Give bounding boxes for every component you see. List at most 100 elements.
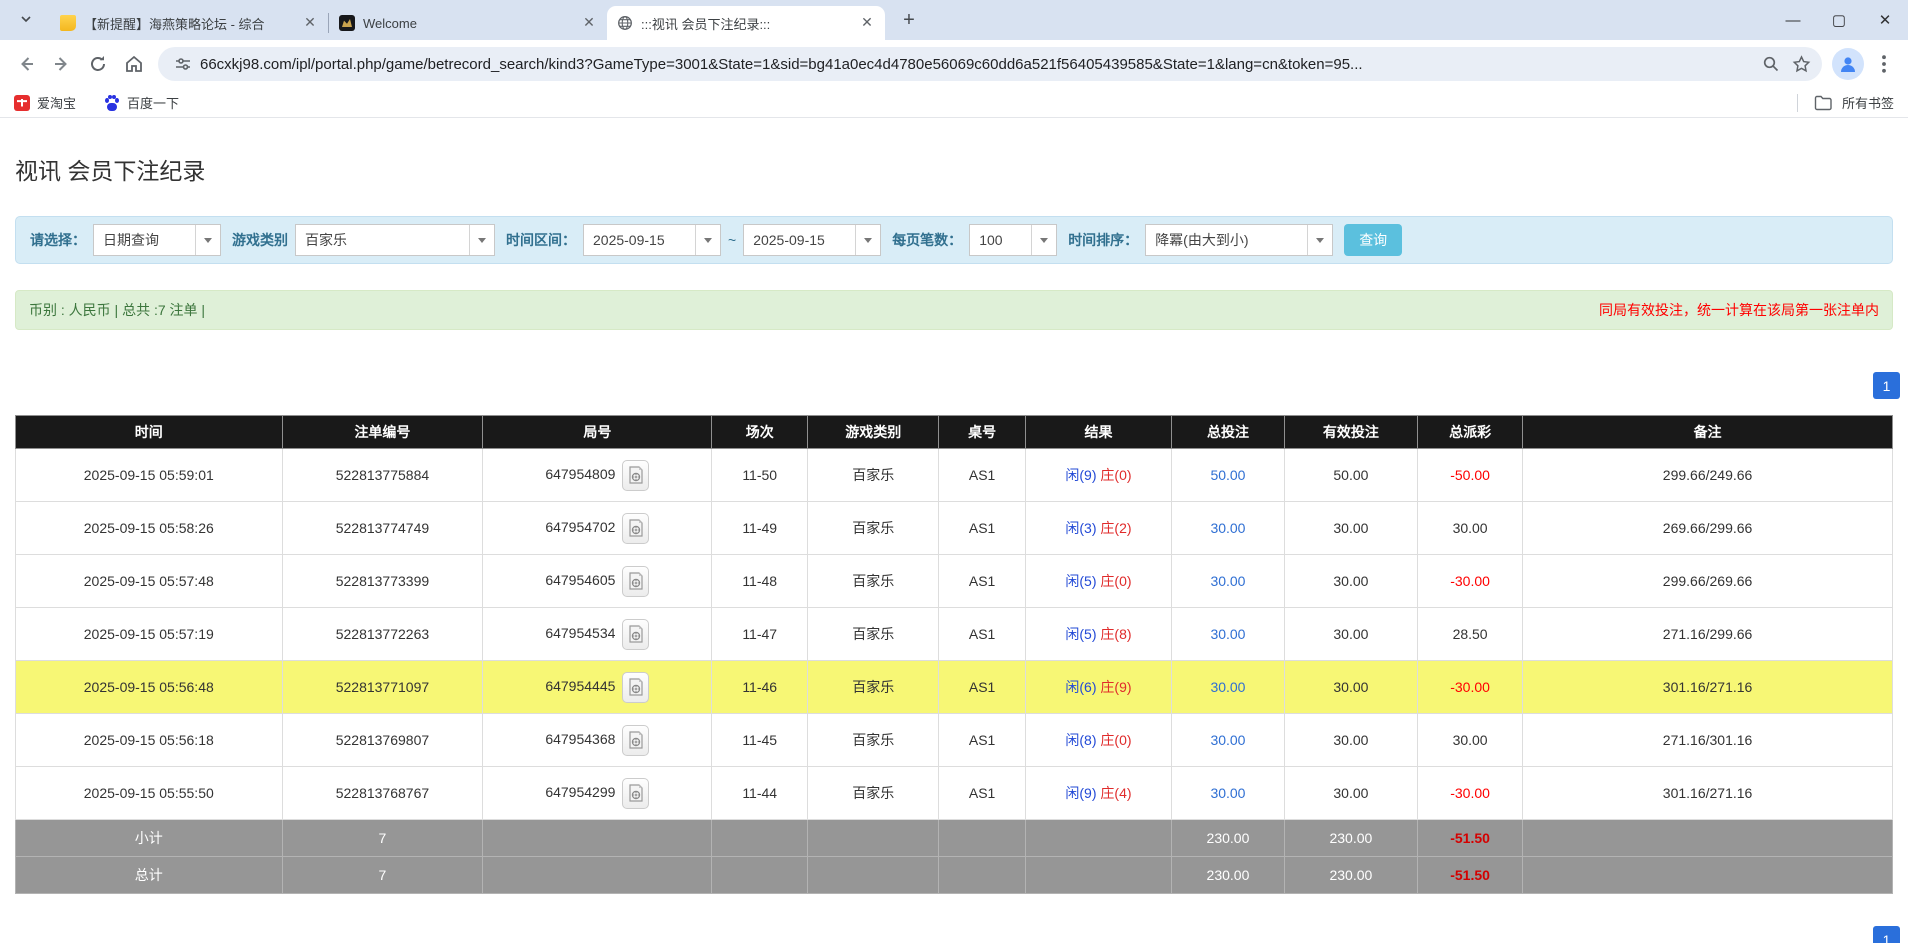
table-row: 2025-09-15 05:55:50522813768767647954299…	[16, 767, 1893, 820]
close-window-button[interactable]: ✕	[1862, 0, 1908, 40]
video-record-icon	[628, 466, 644, 484]
col-round-id: 局号	[483, 416, 712, 449]
result-banker: 庄(0)	[1097, 732, 1132, 748]
page-1-button[interactable]: 1	[1873, 926, 1900, 943]
cell-total-bet[interactable]: 30.00	[1172, 714, 1285, 767]
cell-time: 2025-09-15 05:57:48	[16, 555, 283, 608]
page-title: 视讯 会员下注纪录	[15, 152, 1908, 186]
cell-result: 闲(3) 庄(2)	[1025, 502, 1171, 555]
maximize-button[interactable]: ▢	[1816, 0, 1862, 40]
page-size-label: 每页笔数：	[892, 230, 962, 250]
table-row: 2025-09-15 05:56:18522813769807647954368…	[16, 714, 1893, 767]
globe-favicon-icon	[617, 15, 633, 31]
cell-result: 闲(9) 庄(4)	[1025, 767, 1171, 820]
cell-payout: -30.00	[1418, 661, 1523, 714]
bookmark-taobao[interactable]: 爱淘宝	[14, 93, 76, 112]
video-record-icon	[628, 678, 644, 696]
zoom-icon[interactable]	[1756, 49, 1786, 79]
date-to-dropdown[interactable]: 2025-09-15	[743, 224, 881, 256]
tab-close-icon[interactable]: ✕	[581, 15, 597, 31]
chevron-down-icon[interactable]	[195, 225, 220, 255]
table-row: 2025-09-15 05:56:48522813771097647954445…	[16, 661, 1893, 714]
cell-valid-bet: 30.00	[1284, 502, 1417, 555]
pagination-bottom: 1	[8, 926, 1900, 943]
cell-total-bet[interactable]: 30.00	[1172, 661, 1285, 714]
subtotal-count: 7	[282, 820, 483, 857]
tab-search-chevron-icon[interactable]	[12, 6, 40, 34]
chevron-down-icon[interactable]	[855, 225, 880, 255]
page-1-button[interactable]: 1	[1873, 372, 1900, 399]
url-bar[interactable]: 66cxkj98.com/ipl/portal.php/game/betreco…	[158, 47, 1822, 81]
total-total-bet: 230.00	[1172, 857, 1285, 894]
cell-total-bet[interactable]: 30.00	[1172, 502, 1285, 555]
browser-menu-kebab-icon[interactable]	[1868, 48, 1900, 80]
cell-remark: 299.66/269.66	[1523, 555, 1893, 608]
result-player: 闲(9)	[1065, 785, 1096, 801]
cell-total-bet[interactable]: 30.00	[1172, 767, 1285, 820]
tab-close-icon[interactable]: ✕	[302, 15, 318, 31]
cell-table-no: AS1	[939, 608, 1025, 661]
video-playback-button[interactable]	[622, 725, 649, 756]
tab-close-icon[interactable]: ✕	[859, 15, 875, 31]
url-text[interactable]: 66cxkj98.com/ipl/portal.php/game/betreco…	[196, 56, 1756, 73]
subtotal-valid-bet: 230.00	[1284, 820, 1417, 857]
cell-game-type: 百家乐	[808, 767, 939, 820]
video-playback-button[interactable]	[622, 619, 649, 650]
col-result: 结果	[1025, 416, 1171, 449]
browser-tab-forum[interactable]: 【新提醒】海燕策略论坛 - 综合 ✕	[50, 6, 328, 40]
cell-payout: -30.00	[1418, 767, 1523, 820]
all-bookmarks[interactable]: 所有书签	[1797, 93, 1894, 112]
minimize-button[interactable]: —	[1770, 0, 1816, 40]
cell-total-bet[interactable]: 50.00	[1172, 449, 1285, 502]
result-player: 闲(9)	[1065, 467, 1096, 483]
query-type-dropdown[interactable]: 日期查询	[93, 224, 221, 256]
game-type-dropdown[interactable]: 百家乐	[295, 224, 495, 256]
round-id-text: 647954445	[545, 678, 615, 694]
total-label: 总计	[16, 857, 283, 894]
date-from-dropdown[interactable]: 2025-09-15	[583, 224, 721, 256]
chevron-down-icon[interactable]	[469, 225, 494, 255]
col-game-type: 游戏类别	[808, 416, 939, 449]
video-playback-button[interactable]	[622, 778, 649, 809]
cell-result: 闲(6) 庄(9)	[1025, 661, 1171, 714]
summary-notice: 同局有效投注，统一计算在该局第一张注单内	[1599, 300, 1879, 320]
result-player: 闲(6)	[1065, 679, 1096, 695]
bookmark-star-icon[interactable]	[1786, 49, 1816, 79]
cell-time: 2025-09-15 05:58:26	[16, 502, 283, 555]
cell-valid-bet: 30.00	[1284, 608, 1417, 661]
total-row: 总计 7 230.00 230.00 -51.50	[16, 857, 1893, 894]
video-playback-button[interactable]	[622, 513, 649, 544]
site-settings-icon[interactable]	[170, 51, 196, 77]
taobao-icon	[14, 95, 30, 111]
video-playback-button[interactable]	[622, 672, 649, 703]
cell-result: 闲(5) 庄(8)	[1025, 608, 1171, 661]
bookmark-baidu[interactable]: 百度一下	[104, 93, 179, 112]
chevron-down-icon[interactable]	[1307, 225, 1332, 255]
cell-total-bet[interactable]: 30.00	[1172, 608, 1285, 661]
new-tab-button[interactable]: +	[895, 6, 923, 34]
sort-dropdown[interactable]: 降冪(由大到小)	[1145, 224, 1333, 256]
reload-button[interactable]	[80, 46, 116, 82]
back-button[interactable]	[8, 46, 44, 82]
home-button[interactable]	[116, 46, 152, 82]
cell-round-id: 647954368	[483, 714, 712, 767]
search-button[interactable]: 查询	[1344, 224, 1402, 256]
chevron-down-icon[interactable]	[1031, 225, 1056, 255]
cell-total-bet[interactable]: 30.00	[1172, 555, 1285, 608]
browser-tab-welcome[interactable]: Welcome ✕	[329, 6, 607, 40]
profile-avatar-icon[interactable]	[1832, 48, 1864, 80]
cell-payout: 28.50	[1418, 608, 1523, 661]
cell-session: 11-49	[712, 502, 808, 555]
sort-label: 时间排序：	[1068, 230, 1138, 250]
cell-table-no: AS1	[939, 767, 1025, 820]
video-playback-button[interactable]	[622, 460, 649, 491]
result-banker: 庄(8)	[1097, 626, 1132, 642]
chevron-down-icon[interactable]	[695, 225, 720, 255]
page-size-dropdown[interactable]: 100	[969, 224, 1057, 256]
cell-bet-id: 522813774749	[282, 502, 483, 555]
cell-payout: 30.00	[1418, 502, 1523, 555]
browser-tab-betrecord[interactable]: :::视讯 会员下注纪录::: ✕	[607, 6, 885, 40]
forward-button[interactable]	[44, 46, 80, 82]
bookmark-label: 百度一下	[127, 93, 179, 112]
video-playback-button[interactable]	[622, 566, 649, 597]
